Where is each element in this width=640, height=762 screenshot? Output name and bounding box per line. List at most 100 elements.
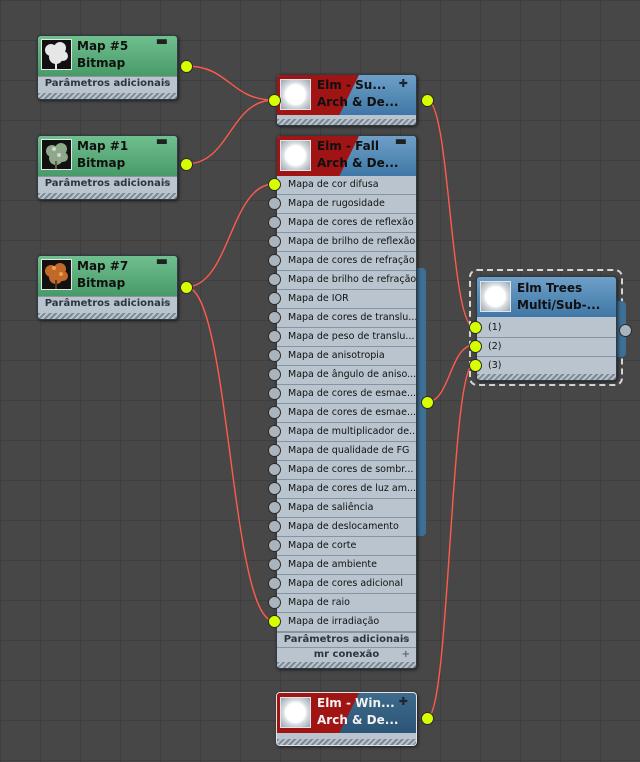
map-slot[interactable]: Mapa de ambiente xyxy=(277,556,416,575)
plus-icon[interactable]: + xyxy=(402,648,410,662)
map-slot[interactable]: Mapa de qualidade de FG xyxy=(277,442,416,461)
additional-params-rollout[interactable]: Parâmetros adicionais + xyxy=(277,632,416,647)
material-node-elm-summer[interactable]: Elm - Su... Arch & De... ✚ xyxy=(276,74,417,126)
plus-icon[interactable]: + xyxy=(402,633,410,647)
slot-input-port[interactable] xyxy=(268,425,281,438)
bitmap-node-map1[interactable]: Map #1 Bitmap ▬ Parâmetros adicionais + xyxy=(37,134,178,200)
map-slot[interactable]: Mapa de brilho de refração xyxy=(277,271,416,290)
map-slot[interactable]: Mapa de rugosidade xyxy=(277,195,416,214)
input-port-sub[interactable] xyxy=(268,94,281,107)
map-slot[interactable]: Mapa de anisotropia xyxy=(277,347,416,366)
plus-icon[interactable]: ✚ xyxy=(399,77,408,90)
mr-connection-rollout[interactable]: mr conexão + xyxy=(277,647,416,662)
map-slot[interactable]: Mapa de cores de esmae... xyxy=(277,385,416,404)
output-port-win[interactable] xyxy=(421,712,434,725)
map-slot[interactable]: Mapa de IOR xyxy=(277,290,416,309)
bitmap-node-map5[interactable]: Map #5 Bitmap ▬ Parâmetros adicionais + xyxy=(37,34,178,100)
minus-icon[interactable]: ▬ xyxy=(395,136,407,149)
material-node-header[interactable]: Elm Trees Multi/Sub-... xyxy=(477,277,616,317)
material-node-elm-trees-multisub[interactable]: Elm Trees Multi/Sub-... (1) (2) (3) xyxy=(476,276,617,381)
minus-icon[interactable]: ▬ xyxy=(156,134,168,149)
output-port-map5[interactable] xyxy=(180,60,193,73)
slot-input-port[interactable] xyxy=(268,235,281,248)
slot-input-port[interactable] xyxy=(268,178,281,191)
slot-input-port[interactable] xyxy=(268,596,281,609)
sub-material-slot-1[interactable]: (1) xyxy=(477,319,616,338)
bitmap-node-map7[interactable]: Map #7 Bitmap ▬ Parâmetros adicionais + xyxy=(37,254,178,320)
map-slot[interactable]: Mapa de cor difusa xyxy=(277,176,416,195)
slot-input-port[interactable] xyxy=(268,406,281,419)
additional-params-rollout[interactable]: Parâmetros adicionais + xyxy=(38,176,177,191)
output-port-multi[interactable] xyxy=(619,324,632,337)
map-slot[interactable]: Mapa de brilho de reflexão xyxy=(277,233,416,252)
slot-input-port[interactable] xyxy=(268,482,281,495)
slot-input-port[interactable] xyxy=(268,539,281,552)
plus-icon[interactable]: + xyxy=(163,77,171,91)
resize-grip[interactable] xyxy=(277,119,416,125)
map-slot[interactable]: Mapa de raio xyxy=(277,594,416,613)
additional-params-rollout[interactable]: Parâmetros adicionais + xyxy=(38,296,177,311)
map-slot[interactable]: Mapa de cores de reflexão xyxy=(277,214,416,233)
map-slot[interactable]: Mapa de saliência xyxy=(277,499,416,518)
map-slot[interactable]: Mapa de cores de refração xyxy=(277,252,416,271)
map-slot[interactable]: Mapa de cores de luz am... xyxy=(277,480,416,499)
material-node-header[interactable]: Elm - Win... Arch & De... ✚ xyxy=(277,693,416,733)
minus-icon[interactable]: ▬ xyxy=(156,34,168,49)
slot-input-port[interactable] xyxy=(268,197,281,210)
bitmap-node-header[interactable]: Map #5 Bitmap ▬ xyxy=(38,34,177,76)
minus-icon[interactable]: ▬ xyxy=(156,254,168,269)
output-port-sub[interactable] xyxy=(421,94,434,107)
resize-grip[interactable] xyxy=(277,662,416,668)
slot-input-port[interactable] xyxy=(268,311,281,324)
slot-input-port[interactable] xyxy=(268,273,281,286)
bitmap-node-header[interactable]: Map #1 Bitmap ▬ xyxy=(38,134,177,176)
map-slot[interactable]: Mapa de cores de esmae... xyxy=(277,404,416,423)
slot-input-port[interactable] xyxy=(268,368,281,381)
output-port-fall[interactable] xyxy=(421,396,434,409)
slot-input-port[interactable] xyxy=(268,615,281,628)
slot-input-port[interactable] xyxy=(268,577,281,590)
material-node-header[interactable]: Elm - Fall Arch & De... ▬ xyxy=(277,136,416,176)
resize-grip[interactable] xyxy=(38,93,177,99)
input-port-multi-2[interactable] xyxy=(469,340,482,353)
slot-input-port[interactable] xyxy=(268,501,281,514)
material-preview-sphere xyxy=(480,281,511,312)
material-node-header[interactable]: Elm - Su... Arch & De... ✚ xyxy=(277,75,416,115)
additional-params-rollout[interactable]: Parâmetros adicionais + xyxy=(38,76,177,91)
bitmap-node-header[interactable]: Map #7 Bitmap ▬ xyxy=(38,254,177,296)
map-slot[interactable]: Mapa de cores adicional xyxy=(277,575,416,594)
resize-grip[interactable] xyxy=(477,374,616,380)
output-port-map7[interactable] xyxy=(180,281,193,294)
slot-input-port[interactable] xyxy=(268,216,281,229)
slot-input-port[interactable] xyxy=(268,520,281,533)
slot-input-port[interactable] xyxy=(268,444,281,457)
material-node-elm-fall[interactable]: Elm - Fall Arch & De... ▬ Mapa de cor di… xyxy=(276,135,417,669)
map-slot[interactable]: Mapa de deslocamento xyxy=(277,518,416,537)
map-slot[interactable]: Mapa de irradiação xyxy=(277,613,416,632)
sub-material-slot-2[interactable]: (2) xyxy=(477,338,616,357)
resize-grip[interactable] xyxy=(38,313,177,319)
input-port-multi-3[interactable] xyxy=(469,359,482,372)
slot-input-port[interactable] xyxy=(268,254,281,267)
slot-input-port[interactable] xyxy=(268,463,281,476)
plus-icon[interactable]: + xyxy=(163,297,171,311)
material-node-elm-winter[interactable]: Elm - Win... Arch & De... ✚ xyxy=(276,692,417,746)
map-slot[interactable]: Mapa de cores de sombr... xyxy=(277,461,416,480)
slot-input-port[interactable] xyxy=(268,292,281,305)
plus-icon[interactable]: + xyxy=(163,177,171,191)
map-slot[interactable]: Mapa de cores de translu... xyxy=(277,309,416,328)
map-slot[interactable]: Mapa de ângulo de aniso... xyxy=(277,366,416,385)
slot-input-port[interactable] xyxy=(268,349,281,362)
output-port-map1[interactable] xyxy=(180,158,193,171)
slot-input-port[interactable] xyxy=(268,387,281,400)
input-port-multi-1[interactable] xyxy=(469,321,482,334)
map-slot[interactable]: Mapa de corte xyxy=(277,537,416,556)
slot-label: Mapa de cores de refração xyxy=(288,255,415,266)
plus-icon[interactable]: ✚ xyxy=(399,695,408,708)
slot-input-port[interactable] xyxy=(268,558,281,571)
slot-input-port[interactable] xyxy=(268,330,281,343)
resize-grip[interactable] xyxy=(277,739,416,745)
map-slot[interactable]: Mapa de peso de translu... xyxy=(277,328,416,347)
resize-grip[interactable] xyxy=(38,193,177,199)
map-slot[interactable]: Mapa de multiplicador de... xyxy=(277,423,416,442)
